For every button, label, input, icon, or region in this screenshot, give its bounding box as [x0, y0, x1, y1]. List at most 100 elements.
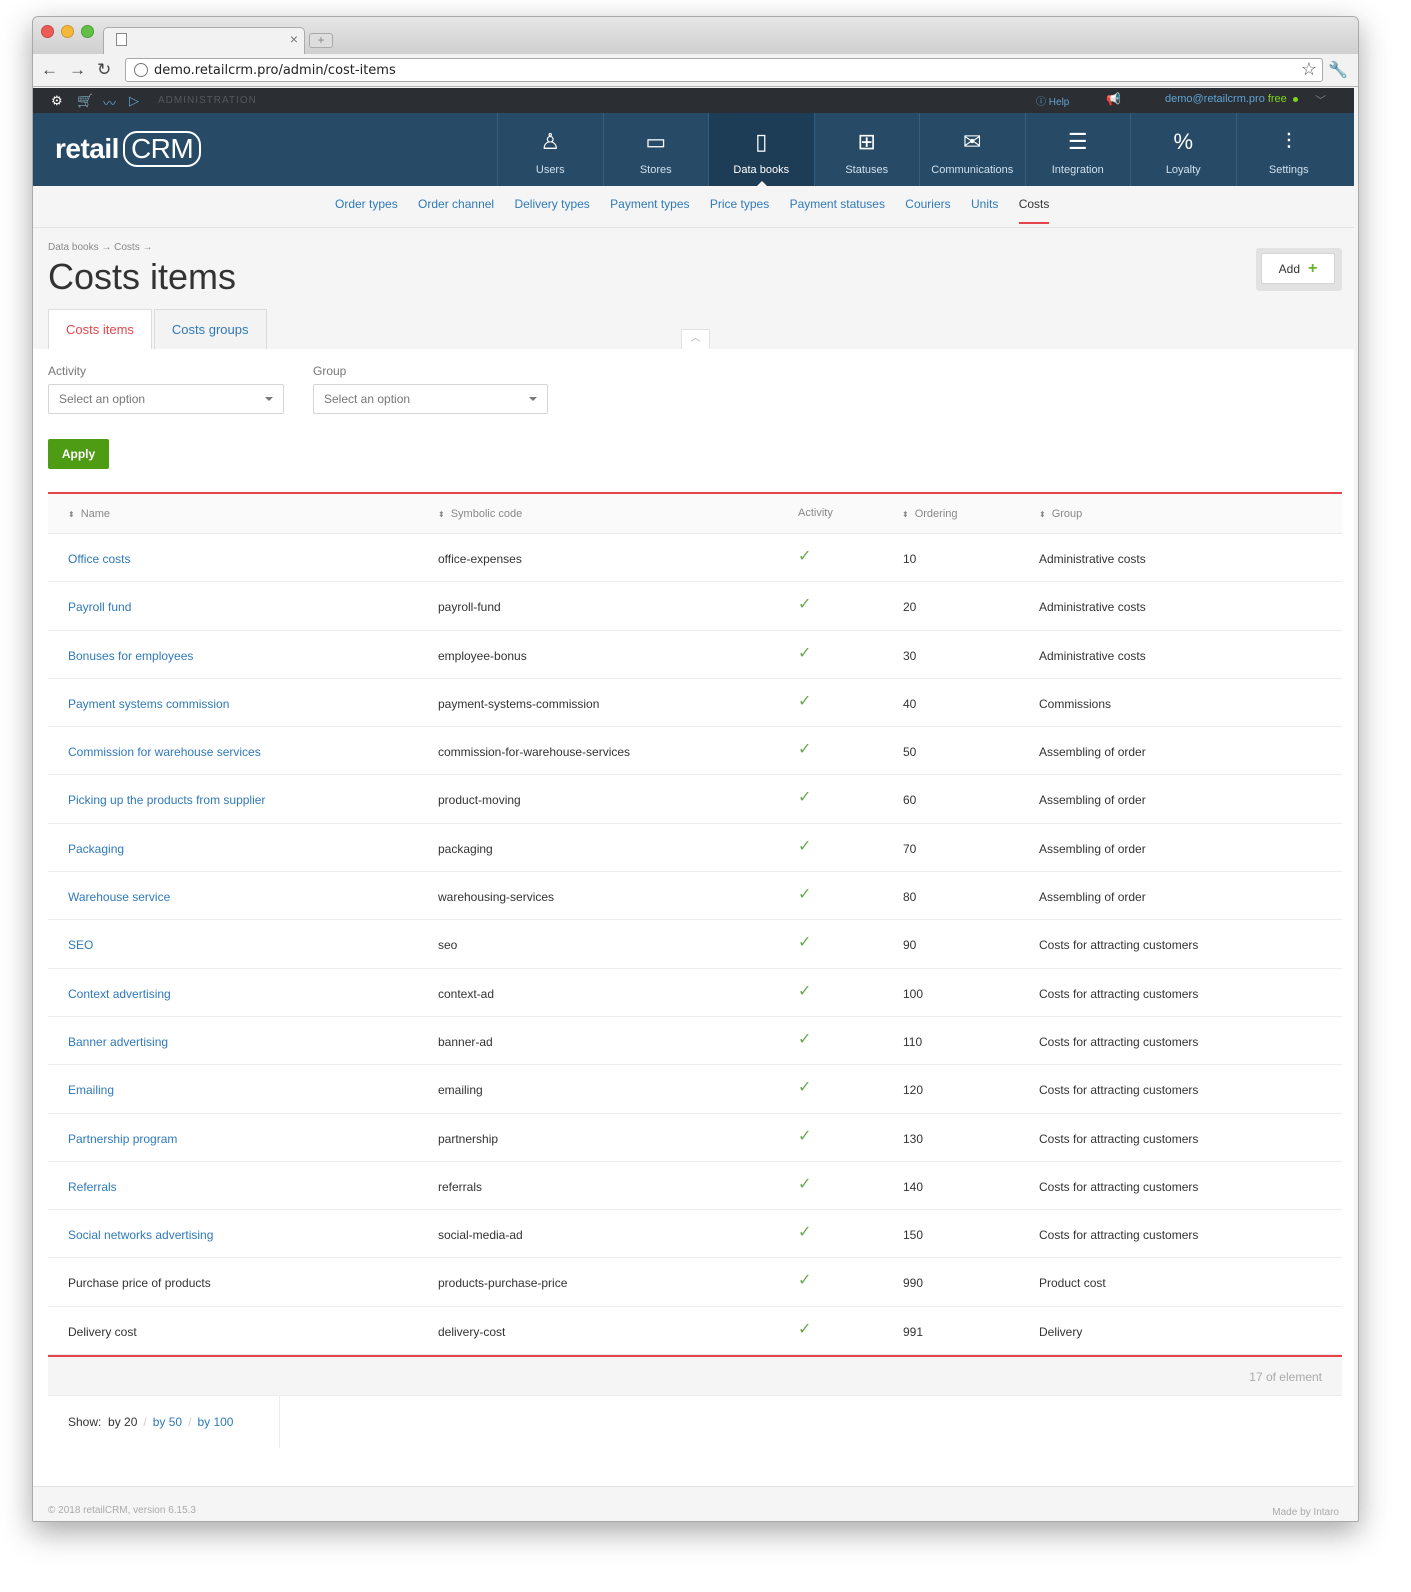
close-window-button[interactable] [41, 25, 54, 38]
new-tab-button[interactable]: + [309, 33, 333, 48]
table-row[interactable]: Social networks advertising social-media-… [48, 1210, 1342, 1259]
megaphone-icon[interactable]: 📢 [1106, 92, 1121, 106]
cost-item-name[interactable]: Emailing [68, 1083, 114, 1097]
cost-item-name[interactable]: Payroll fund [68, 600, 131, 614]
subnav-payment-types[interactable]: Payment types [610, 197, 689, 211]
table-row[interactable]: Commission for warehouse services commiss… [48, 727, 1342, 776]
col-code-label: Symbolic code [450, 508, 523, 520]
subnav-order-types[interactable]: Order types [335, 197, 398, 211]
nav-data-books[interactable]: ▯ Data books [708, 113, 814, 186]
subnav-payment-statuses[interactable]: Payment statuses [790, 197, 885, 211]
nav-statuses[interactable]: ⊞ Statuses [813, 113, 920, 186]
subnav-order-channel[interactable]: Order channel [418, 197, 494, 211]
table-row[interactable]: Emailing emailing ✓ 120 Costs for attracting… [48, 1065, 1342, 1114]
cost-item-name[interactable]: Bonuses for employees [68, 649, 193, 663]
browser-window: × + ← → ↻ demo.retailcrm.pro/admin/cost-… [32, 16, 1359, 1522]
logo[interactable]: retail CRM [55, 131, 202, 167]
ordering-value: 10 [903, 552, 917, 566]
group-name: Administrative costs [1039, 552, 1146, 566]
pager-by-100[interactable]: by 100 [197, 1415, 233, 1429]
subnav-costs[interactable]: Costs [1018, 197, 1049, 224]
subnav-couriers[interactable]: Couriers [905, 197, 950, 211]
cost-item-name[interactable]: Payment systems commission [68, 697, 229, 711]
group-name: Administrative costs [1039, 600, 1146, 615]
cost-item-name[interactable]: Packaging [68, 842, 124, 856]
subnav-price-types[interactable]: Price types [710, 197, 769, 211]
table-row[interactable]: Office costs office-expenses ✓ 10 Administra… [48, 534, 1342, 583]
table-row[interactable]: SEO seo ✓ 90 Costs for attracting customers [48, 920, 1342, 969]
table-row[interactable]: Purchase price of products products-purch… [48, 1258, 1342, 1307]
check-icon: ✓ [798, 692, 812, 710]
tab-costs-items[interactable]: Costs items [48, 309, 152, 349]
help-link[interactable]: ⓘ Help [1036, 93, 1069, 108]
cost-item-name[interactable]: Office costs [68, 552, 130, 566]
analytics-icon[interactable]: 〰 [103, 93, 116, 112]
nav-communications[interactable]: ✉ Communications [919, 113, 1025, 186]
col-ordering[interactable]: ⬍ Ordering [902, 508, 958, 520]
plus-icon: + [1308, 260, 1318, 277]
table-row[interactable]: Bonuses for employees employee-bonus ✓ 30 Ad… [48, 631, 1342, 679]
col-name[interactable]: ⬍ Name [68, 508, 110, 520]
subnav-delivery-types[interactable]: Delivery types [514, 197, 589, 211]
check-icon: ✓ [798, 1127, 812, 1145]
nav-loyalty[interactable]: % Loyalty [1130, 113, 1236, 186]
browser-tab[interactable]: × [103, 27, 305, 54]
add-button-wrapper: Add + [1256, 248, 1342, 291]
cost-item-name[interactable]: Context advertising [68, 987, 171, 1001]
col-group[interactable]: ⬍ Group [1039, 508, 1082, 520]
activity-select[interactable]: Select an option [48, 384, 284, 414]
apply-button[interactable]: Apply [48, 439, 109, 469]
nav-settings[interactable]: ⫶ Settings [1235, 113, 1342, 186]
table-row[interactable]: Delivery cost delivery-cost ✓ 991 Delivery [48, 1307, 1342, 1356]
subnav-units[interactable]: Units [971, 197, 998, 211]
back-icon[interactable]: ← [41, 59, 58, 81]
group-name: Costs for attracting customers [1039, 986, 1199, 1001]
table-row[interactable]: Context advertising context-ad ✓ 100 Costs f… [48, 969, 1342, 1017]
address-bar[interactable]: demo.retailcrm.pro/admin/cost-items ☆ [125, 58, 1323, 82]
table-row[interactable]: Banner advertising banner-ad ✓ 110 Costs for… [48, 1017, 1342, 1066]
cost-item-name[interactable]: Commission for warehouse services [68, 745, 261, 759]
collapse-filters-button[interactable]: ︿ [681, 329, 710, 349]
reload-icon[interactable]: ↻ [97, 59, 111, 81]
forward-icon[interactable]: → [69, 59, 86, 81]
cost-item-name[interactable]: Social networks advertising [68, 1228, 213, 1242]
close-tab-icon[interactable]: × [290, 31, 298, 47]
table-row[interactable]: Partnership program partnership ✓ 130 Costs … [48, 1114, 1342, 1162]
pager-by-50[interactable]: by 50 [153, 1415, 182, 1429]
nav-users[interactable]: ♙ Users [497, 113, 603, 186]
cost-item-name[interactable]: SEO [68, 938, 93, 952]
table-row[interactable]: Payroll fund payroll-fund ✓ 20 Administrativ… [48, 582, 1342, 631]
table-row[interactable]: Picking up the products from supplier pro… [48, 775, 1342, 824]
group-select[interactable]: Select an option [313, 384, 548, 414]
cost-item-name[interactable]: Partnership program [68, 1132, 177, 1146]
url-text[interactable]: demo.retailcrm.pro/admin/cost-items [154, 63, 396, 78]
nav-stores[interactable]: ▭ Stores [602, 113, 709, 186]
cost-item-name[interactable]: Warehouse service [68, 890, 170, 904]
table-row[interactable]: Referrals referrals ✓ 140 Costs for attracti… [48, 1162, 1342, 1211]
symbolic-code: office-expenses [438, 552, 522, 566]
pager-by-20[interactable]: by 20 [108, 1415, 137, 1429]
user-menu[interactable]: demo@retailcrm.pro free [1165, 93, 1298, 105]
col-code[interactable]: ⬍ Symbolic code [438, 508, 522, 520]
cost-item-name[interactable]: Picking up the products from supplier [68, 793, 265, 807]
add-button[interactable]: Add + [1261, 253, 1335, 284]
gear-icon[interactable]: ⚙ [51, 93, 63, 109]
minimize-window-button[interactable] [61, 25, 74, 38]
bookmark-star-icon[interactable]: ☆ [1301, 59, 1317, 80]
tab-costs-groups[interactable]: Costs groups [153, 309, 267, 349]
chevron-down-icon[interactable]: ﹀ [1315, 92, 1326, 108]
play-icon[interactable]: ▷ [129, 93, 139, 109]
check-icon: ✓ [798, 1030, 812, 1048]
tabs: Costs items Costs groups [48, 309, 269, 349]
wrench-icon[interactable]: 🔧 [1328, 60, 1348, 80]
maximize-window-button[interactable] [81, 25, 94, 38]
table-row[interactable]: Packaging packaging ✓ 70 Assembling of order [48, 824, 1342, 873]
made-by[interactable]: Made by Intaro [1272, 1507, 1339, 1518]
table-row[interactable]: Payment systems commission payment-system… [48, 679, 1342, 728]
table-row[interactable]: Warehouse service warehousing-services ✓ 80… [48, 872, 1342, 921]
cart-icon[interactable]: 🛒 [77, 93, 93, 109]
cost-item-name[interactable]: Banner advertising [68, 1035, 168, 1049]
cost-item-name[interactable]: Referrals [68, 1180, 117, 1194]
breadcrumb[interactable]: Data books → Costs → [48, 242, 152, 253]
nav-integration[interactable]: ☰ Integration [1024, 113, 1131, 186]
